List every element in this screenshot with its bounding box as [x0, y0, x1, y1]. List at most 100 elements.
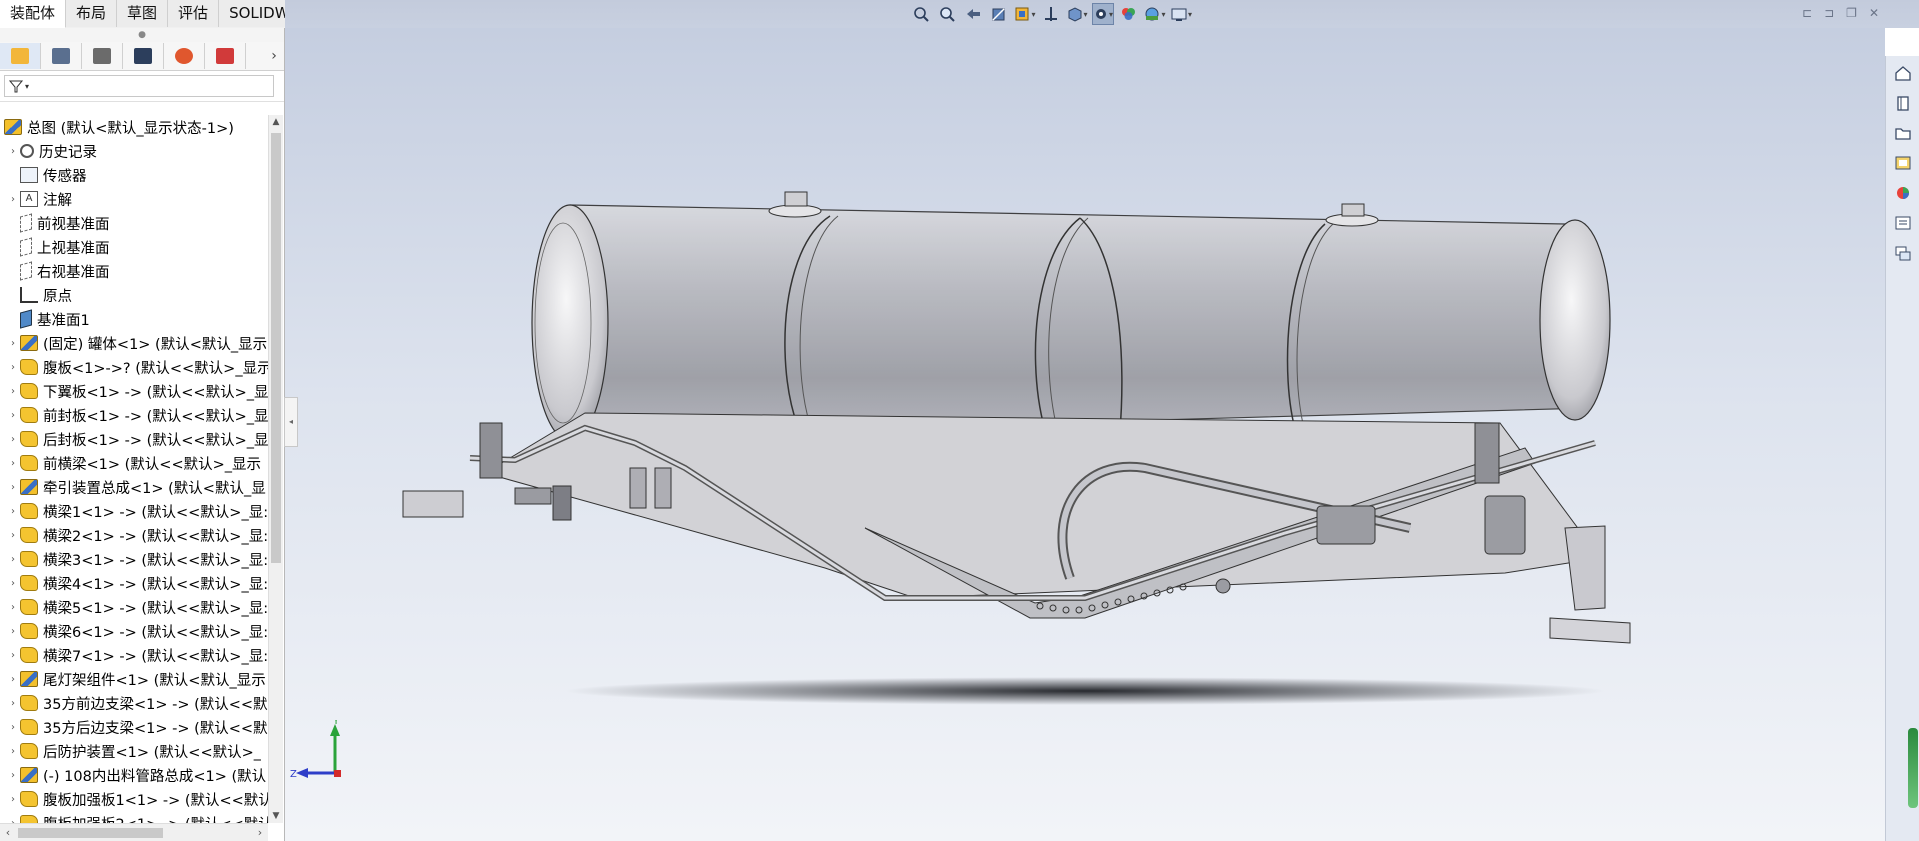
tree-item[interactable]: › 前封板<1> -> (默认<<默认>_显 [0, 403, 268, 427]
tree-root[interactable]: 总图 (默认<默认_显示状态-1>) [0, 115, 268, 139]
close-icon[interactable]: ✕ [1869, 6, 1879, 20]
panel-grip[interactable]: ● [0, 28, 284, 42]
hide-show-items-icon[interactable] [1092, 3, 1114, 25]
panel-tab-5[interactable] [205, 43, 246, 69]
tree-item[interactable]: › A 注解 [0, 187, 268, 211]
edit-appearance-icon[interactable] [1118, 3, 1140, 25]
scroll-up-icon[interactable]: ▲ [269, 115, 283, 129]
tree-filter-input[interactable]: ▾ [4, 75, 274, 97]
expand-arrow-icon[interactable]: › [6, 530, 20, 541]
view-settings-icon[interactable] [1170, 3, 1192, 25]
expand-arrow-icon[interactable]: › [6, 458, 20, 469]
expand-arrow-icon[interactable]: › [6, 722, 20, 733]
tree-item[interactable]: 原点 [0, 283, 268, 307]
restore-icon[interactable]: ❐ [1846, 6, 1857, 20]
zoom-to-fit-icon[interactable] [910, 3, 932, 25]
tree-horizontal-scrollbar[interactable]: ‹ › [0, 823, 268, 841]
tree-item[interactable]: › 尾灯架组件<1> (默认<默认_显示 [0, 667, 268, 691]
tree-item[interactable]: › 横梁3<1> -> (默认<<默认>_显: [0, 547, 268, 571]
tree-item[interactable]: › 前横梁<1> (默认<<默认>_显示 [0, 451, 268, 475]
tab-1[interactable]: 布局 [66, 0, 118, 27]
task-pane-scroll-indicator[interactable] [1908, 728, 1918, 808]
tree-item[interactable]: › 后防护装置<1> (默认<<默认>_ [0, 739, 268, 763]
tree-item[interactable]: › 腹板加强板1<1> -> (默认<<默认 [0, 787, 268, 811]
tree-vertical-scrollbar[interactable]: ▲ ▼ [268, 115, 283, 823]
panel-tab-2[interactable] [82, 43, 123, 69]
expand-arrow-icon[interactable]: › [6, 770, 20, 781]
section-view-icon[interactable] [988, 3, 1010, 25]
tree-item[interactable]: › 历史记录 [0, 139, 268, 163]
panel-tabs-more-icon[interactable]: › [264, 48, 284, 64]
expand-arrow-icon[interactable]: › [6, 578, 20, 589]
tree-item[interactable]: ›腹板加强板2<1> -> (默认<<默认 [0, 811, 268, 823]
tree-item[interactable]: › (固定) 罐体<1> (默认<默认_显示 [0, 331, 268, 355]
tab-0[interactable]: 装配体 [0, 0, 67, 28]
tree-item[interactable]: › 35方前边支梁<1> -> (默认<<默 [0, 691, 268, 715]
panel-tab-3[interactable] [123, 43, 164, 69]
scroll-right-icon[interactable]: › [252, 824, 268, 841]
panel-tab-1[interactable] [41, 43, 82, 69]
panel-collapse-handle[interactable]: ◂ [284, 397, 298, 447]
expand-arrow-icon[interactable]: › [6, 602, 20, 613]
scroll-down-icon[interactable]: ▼ [269, 809, 283, 823]
tree-item[interactable]: › 横梁1<1> -> (默认<<默认>_显: [0, 499, 268, 523]
tree-item[interactable]: › 横梁5<1> -> (默认<<默认>_显: [0, 595, 268, 619]
tree-item[interactable]: › 横梁2<1> -> (默认<<默认>_显: [0, 523, 268, 547]
solidworks-resources-icon[interactable] [1889, 60, 1917, 86]
expand-arrow-icon[interactable]: › [6, 386, 20, 397]
expand-arrow-icon[interactable]: › [6, 746, 20, 757]
tile-right-icon[interactable]: ⊐ [1824, 6, 1834, 20]
tree-item[interactable]: › 下翼板<1> -> (默认<<默认>_显 [0, 379, 268, 403]
dynamic-annotation-icon[interactable] [1014, 3, 1036, 25]
previous-view-icon[interactable] [962, 3, 984, 25]
tree-item[interactable]: › 横梁7<1> -> (默认<<默认>_显: [0, 643, 268, 667]
display-style-icon[interactable] [1066, 3, 1088, 25]
tree-item[interactable]: 上视基准面 [0, 235, 268, 259]
expand-arrow-icon[interactable]: › [6, 434, 20, 445]
expand-arrow-icon[interactable]: › [6, 338, 20, 349]
tree-item[interactable]: › (-) 108内出料管路总成<1> (默认 [0, 763, 268, 787]
apply-scene-icon[interactable] [1144, 3, 1166, 25]
design-library-icon[interactable] [1889, 90, 1917, 116]
view-orientation-icon[interactable] [1040, 3, 1062, 25]
view-palette-icon[interactable] [1889, 150, 1917, 176]
panel-tab-0[interactable] [0, 43, 41, 69]
expand-arrow-icon[interactable]: › [6, 794, 20, 805]
tree-item[interactable]: 传感器 [0, 163, 268, 187]
scroll-thumb[interactable] [271, 133, 281, 563]
tanker-assembly-model[interactable] [285, 28, 1885, 841]
forum-icon[interactable] [1889, 240, 1917, 266]
expand-arrow-icon[interactable]: › [6, 674, 20, 685]
expand-arrow-icon[interactable]: › [6, 506, 20, 517]
tree-item[interactable]: › 后封板<1> -> (默认<<默认>_显 [0, 427, 268, 451]
hscroll-thumb[interactable] [18, 828, 163, 838]
tree-item[interactable]: › 牵引装置总成<1> (默认<默认_显 [0, 475, 268, 499]
expand-arrow-icon[interactable]: › [6, 146, 20, 157]
tree-item[interactable]: 前视基准面 [0, 211, 268, 235]
panel-tab-4[interactable] [164, 43, 205, 69]
expand-arrow-icon[interactable]: › [6, 698, 20, 709]
task-pane [1885, 56, 1919, 841]
scroll-left-icon[interactable]: ‹ [0, 824, 16, 841]
custom-properties-icon[interactable] [1889, 210, 1917, 236]
zoom-to-area-icon[interactable] [936, 3, 958, 25]
expand-arrow-icon[interactable]: › [6, 650, 20, 661]
tree-item[interactable]: › 腹板<1>->? (默认<<默认>_显示 [0, 355, 268, 379]
file-explorer-icon[interactable] [1889, 120, 1917, 146]
expand-arrow-icon[interactable]: › [6, 482, 20, 493]
tile-left-icon[interactable]: ⊏ [1802, 6, 1812, 20]
tree-item[interactable]: › 横梁4<1> -> (默认<<默认>_显: [0, 571, 268, 595]
tab-2[interactable]: 草图 [117, 0, 169, 27]
expand-arrow-icon[interactable]: › [6, 410, 20, 421]
tree-item[interactable]: › 横梁6<1> -> (默认<<默认>_显: [0, 619, 268, 643]
tree-item[interactable]: 基准面1 [0, 307, 268, 331]
filter-dropdown-icon[interactable]: ▾ [25, 82, 29, 91]
tree-item[interactable]: 右视基准面 [0, 259, 268, 283]
expand-arrow-icon[interactable]: › [6, 362, 20, 373]
expand-arrow-icon[interactable]: › [6, 626, 20, 637]
expand-arrow-icon[interactable]: › [6, 194, 20, 205]
tab-3[interactable]: 评估 [168, 0, 220, 27]
appearances-scenes-icon[interactable] [1889, 180, 1917, 206]
expand-arrow-icon[interactable]: › [6, 554, 20, 565]
tree-item[interactable]: › 35方后边支梁<1> -> (默认<<默 [0, 715, 268, 739]
